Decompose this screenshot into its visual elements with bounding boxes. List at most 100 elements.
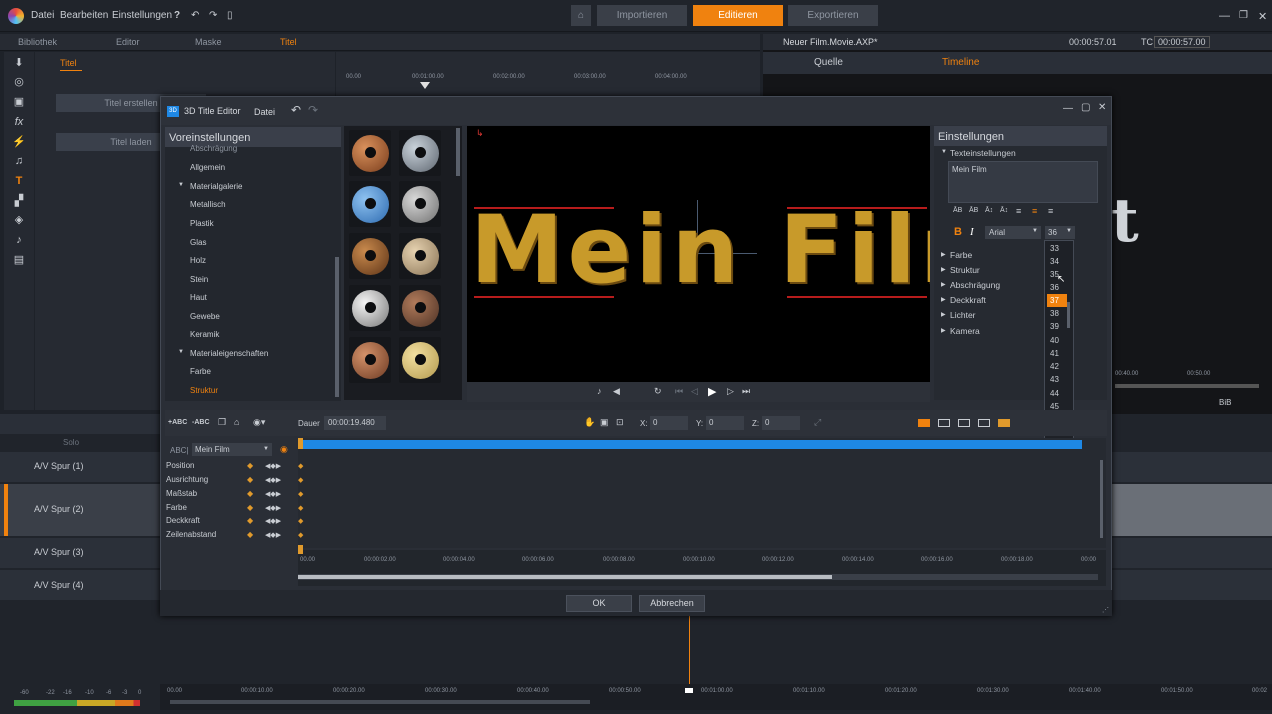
material-thumb[interactable] <box>399 130 441 176</box>
section-abschraegung[interactable]: Abschrägung <box>950 280 1000 290</box>
playhead-marker[interactable] <box>298 438 303 449</box>
size-option[interactable]: 34 <box>1047 255 1072 268</box>
timeline-scrollbar[interactable] <box>170 700 590 704</box>
size-option[interactable]: 38 <box>1047 307 1072 320</box>
chevron-down-icon[interactable]: ▼ <box>1032 228 1038 234</box>
keyframe-nav-icon[interactable]: ◀◆▶ <box>265 476 281 484</box>
hand-icon[interactable]: ✋ <box>584 417 595 428</box>
section-deckkraft[interactable]: Deckkraft <box>950 295 986 305</box>
align-right-icon[interactable]: ≡ <box>1048 206 1053 216</box>
size-option[interactable]: 41 <box>1047 347 1072 360</box>
move-icon[interactable]: ▣ <box>600 417 609 428</box>
title-text-input[interactable]: Mein Film <box>948 161 1098 203</box>
keyframe-toggle-icon[interactable]: ◆ <box>247 503 253 512</box>
preset-gewebe[interactable]: Gewebe <box>190 312 220 321</box>
track-name[interactable]: A/V Spur (1) <box>34 461 84 471</box>
bold-button[interactable]: B <box>954 226 962 238</box>
next-frame-icon[interactable]: ▷ <box>727 386 734 397</box>
preset-materialgalerie[interactable]: Materialgalerie <box>190 182 242 191</box>
audio-icon[interactable]: ♪ <box>4 231 34 249</box>
shape-icon[interactable]: ◉▾ <box>253 417 265 428</box>
expand-icon[interactable]: ▼ <box>178 349 184 355</box>
solo-label[interactable]: Solo <box>63 438 79 447</box>
preset-abschraegung[interactable]: Abschrägung <box>190 144 237 153</box>
help-icon[interactable]: ? <box>174 10 180 21</box>
size-option[interactable]: 40 <box>1047 334 1072 347</box>
keyframe-scrollbar[interactable] <box>1100 460 1103 538</box>
dialog-maximize-icon[interactable]: ▢ <box>1081 102 1090 113</box>
text-settings-label[interactable]: Texteinstellungen <box>950 148 1016 158</box>
ok-button[interactable]: OK <box>566 595 632 612</box>
ruler-playhead-icon[interactable] <box>298 545 303 554</box>
keyframe-toggle-icon[interactable]: ◆ <box>247 475 253 484</box>
preset-holz[interactable]: Holz <box>190 256 206 265</box>
gallery-scrollbar[interactable] <box>456 128 460 176</box>
cancel-button[interactable]: Abbrechen <box>639 595 705 612</box>
y-input[interactable]: 0 <box>706 416 744 430</box>
size-option[interactable]: 42 <box>1047 360 1072 373</box>
keyframe-icon[interactable]: ◆ <box>298 490 303 498</box>
material-thumb[interactable] <box>349 233 391 279</box>
audio-icon[interactable]: ♪ <box>597 386 602 396</box>
menu-datei[interactable]: Datei <box>31 10 54 21</box>
keyframe-nav-icon[interactable]: ◀◆▶ <box>265 517 281 525</box>
collapsed-icon[interactable]: ▶ <box>941 281 946 288</box>
transition-icon[interactable]: ⚡ <box>4 133 34 151</box>
text-style-icon[interactable]: ĀB <box>969 207 978 214</box>
reset-icon[interactable]: ⤢ <box>814 417 821 428</box>
preset-struktur[interactable]: Struktur <box>190 386 218 395</box>
size-option[interactable]: 33 <box>1047 242 1072 255</box>
material-thumb[interactable] <box>399 337 441 383</box>
keyframe-nav-icon[interactable]: ◀◆▶ <box>265 490 281 498</box>
keyframe-toggle-icon[interactable]: ◆ <box>247 461 253 470</box>
keyframe-toggle-icon[interactable]: ◆ <box>247 489 253 498</box>
preset-glas[interactable]: Glas <box>190 238 206 247</box>
main-playhead[interactable] <box>689 616 690 690</box>
layer-select[interactable]: Mein Film <box>192 443 272 456</box>
align-left-icon[interactable]: ≡ <box>1016 206 1021 216</box>
keyframe-icon[interactable]: ◆ <box>298 504 303 512</box>
ruler-playhead-icon[interactable] <box>685 688 693 693</box>
folder-icon[interactable]: ⌂ <box>234 417 239 427</box>
editieren-button[interactable]: Editieren <box>693 5 783 26</box>
storyboard-icon[interactable]: ▤ <box>4 251 34 269</box>
bib-button[interactable]: BiB <box>1219 398 1231 407</box>
preset-farbe[interactable]: Farbe <box>190 367 211 376</box>
keyframe-icon[interactable]: ◆ <box>298 517 303 525</box>
layout-icon[interactable] <box>918 419 930 427</box>
preset-haut[interactable]: Haut <box>190 293 207 302</box>
close-icon[interactable]: ✕ <box>1258 10 1267 23</box>
section-struktur[interactable]: Struktur <box>950 265 980 275</box>
speaker-icon[interactable]: ◀ <box>613 386 620 397</box>
tab-editor[interactable]: Editor <box>116 37 140 47</box>
resize-grip-icon[interactable]: ⋰ <box>1102 606 1109 614</box>
copy-icon[interactable]: ❐ <box>218 417 226 428</box>
preset-allgemein[interactable]: Allgemein <box>190 163 225 172</box>
eye-icon[interactable]: ◉ <box>280 444 288 455</box>
document-icon[interactable]: ▯ <box>227 10 233 21</box>
keyframe-toggle-icon[interactable]: ◆ <box>247 530 253 539</box>
material-thumb[interactable] <box>399 233 441 279</box>
size-option[interactable]: 43 <box>1047 373 1072 386</box>
material-thumb[interactable] <box>349 337 391 383</box>
material-thumb[interactable] <box>399 285 441 331</box>
collapsed-icon[interactable]: ▶ <box>941 296 946 303</box>
remove-text-button[interactable]: -ABC <box>192 419 210 426</box>
chevron-down-icon[interactable]: ▼ <box>1066 228 1072 234</box>
keyframe-nav-icon[interactable]: ◀◆▶ <box>265 531 281 539</box>
presets-scrollbar[interactable] <box>335 257 339 397</box>
material-thumb[interactable] <box>349 130 391 176</box>
preset-plastik[interactable]: Plastik <box>190 219 214 228</box>
tab-timeline[interactable]: Timeline <box>942 57 979 68</box>
title-icon[interactable]: T <box>4 172 34 190</box>
keyframe-toggle-icon[interactable]: ◆ <box>247 516 253 525</box>
preset-keramik[interactable]: Keramik <box>190 330 219 339</box>
material-thumb[interactable] <box>349 285 391 331</box>
minimize-icon[interactable]: — <box>1219 10 1230 22</box>
material-thumb[interactable] <box>349 181 391 227</box>
dialog-timeline-scrollbar[interactable] <box>298 575 832 579</box>
italic-button[interactable]: I <box>970 226 974 238</box>
text-style-icon[interactable]: ĀB <box>953 207 962 214</box>
importieren-button[interactable]: Importieren <box>597 5 687 26</box>
dialog-close-icon[interactable]: ✕ <box>1098 102 1106 113</box>
